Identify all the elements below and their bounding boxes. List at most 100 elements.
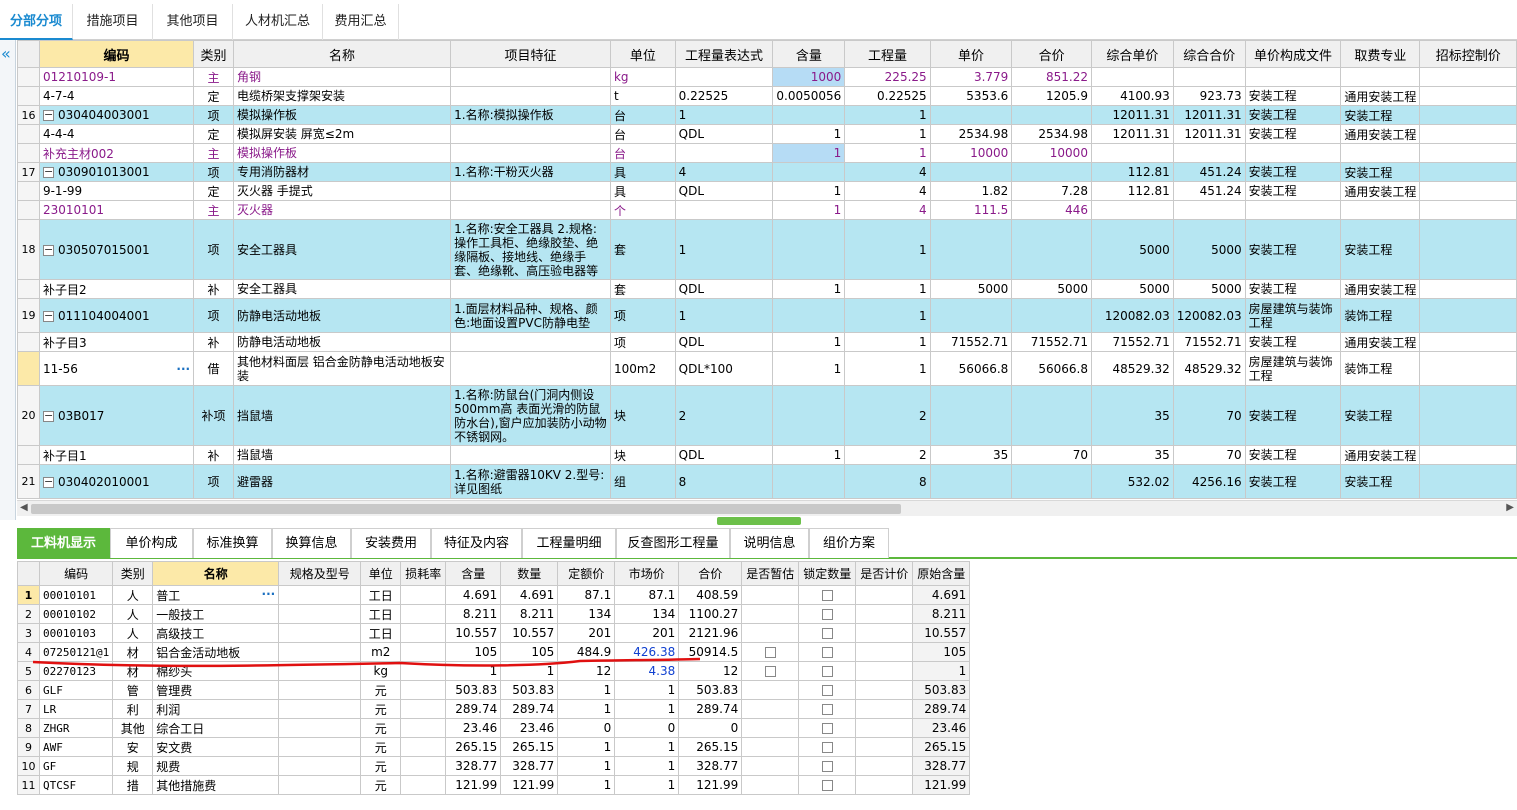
cell-total[interactable]: 446 — [1011, 200, 1092, 220]
cell-name[interactable]: 电缆桥架支撑架安装 — [232, 86, 452, 106]
cell-code[interactable]: −011104004001 — [38, 298, 195, 333]
cell-ctotal[interactable] — [1172, 67, 1246, 87]
cell-qty[interactable]: 4 — [844, 200, 931, 220]
table-row[interactable]: 2 00010102 人一般技工 工日 8.211 8.211 134 134 1100.27 8… — [17, 604, 971, 624]
cell-file[interactable]: 安装工程 — [1244, 445, 1342, 465]
cell-code[interactable]: AWF — [38, 737, 114, 757]
cell-unit[interactable]: 项 — [609, 332, 676, 352]
column-header[interactable]: 项目特征 — [450, 40, 611, 68]
cell-major[interactable] — [1340, 200, 1421, 220]
cell-qty[interactable]: 4.691 — [500, 585, 559, 605]
cell-file[interactable]: 安装工程 — [1244, 332, 1342, 352]
cell-total[interactable]: 5000 — [1011, 279, 1092, 299]
column-header[interactable]: 含量 — [445, 561, 502, 586]
cell-name[interactable]: 角钢 — [232, 67, 452, 87]
cell-file[interactable]: 房屋建筑与装饰工程 — [1244, 298, 1342, 333]
cell-dprice[interactable]: 1 — [557, 680, 616, 700]
cell-expr[interactable] — [674, 143, 774, 163]
column-header[interactable]: 是否计价 — [855, 561, 914, 586]
table-row[interactable]: 3 00010103 人高级技工 工日 10.557 10.557 201 201 2121.9… — [17, 623, 971, 643]
cell-feature[interactable] — [450, 279, 611, 299]
cell-cprice[interactable]: 532.02 — [1090, 464, 1174, 499]
detail-tab-7[interactable]: 反查图形工程量 — [616, 528, 730, 558]
cell-code[interactable]: 补子目3 — [38, 332, 195, 352]
cell-qty[interactable]: 2 — [844, 445, 931, 465]
cell-cprice[interactable]: 71552.71 — [1090, 332, 1174, 352]
cell-ctotal[interactable] — [1172, 200, 1246, 220]
cell-dprice[interactable]: 12 — [557, 661, 616, 681]
cell-expr[interactable]: QDL — [674, 181, 774, 201]
cell-type[interactable]: 补 — [193, 445, 234, 465]
cell-total[interactable]: 1205.9 — [1011, 86, 1092, 106]
cell-code[interactable]: −030402010001 — [38, 464, 195, 499]
cell-cprice[interactable]: 112.81 — [1090, 181, 1174, 201]
cell-name[interactable]: 模拟屏安装 屏宽≤2m — [232, 124, 452, 144]
cell-unit[interactable]: 个 — [609, 200, 676, 220]
cell-provisional[interactable] — [741, 642, 800, 662]
tree-minus-icon[interactable]: − — [42, 244, 54, 256]
cell-dprice[interactable]: 134 — [557, 604, 616, 624]
cell-content[interactable] — [772, 219, 846, 280]
detail-tab-1[interactable]: 单价构成 — [110, 528, 193, 558]
cell-name[interactable]: 管理费 — [152, 680, 280, 700]
detail-tab-4[interactable]: 安装费用 — [351, 528, 431, 558]
cell-type[interactable]: 项 — [193, 105, 234, 125]
cell-qty[interactable]: 1 — [844, 279, 931, 299]
scroll-right-icon[interactable]: ▶ — [1506, 502, 1514, 513]
cell-content[interactable]: 328.77 — [445, 756, 502, 776]
cell-unit[interactable]: 项 — [609, 298, 676, 333]
cell-loss[interactable] — [400, 585, 447, 605]
cell-ctotal[interactable]: 923.73 — [1172, 86, 1246, 106]
cell-content[interactable]: 1000 — [772, 67, 846, 87]
cell-unit[interactable]: 工日 — [360, 623, 402, 643]
cell-dprice[interactable]: 484.9 — [557, 642, 616, 662]
column-header[interactable]: 规格及型号 — [278, 561, 362, 586]
cell-dprice[interactable]: 1 — [557, 756, 616, 776]
cell-dprice[interactable]: 201 — [557, 623, 616, 643]
cell-code[interactable]: 4-7-4 — [38, 86, 195, 106]
cell-major[interactable]: 安装工程 — [1340, 464, 1421, 499]
cell-spec[interactable] — [278, 718, 362, 738]
cell-file[interactable]: 安装工程 — [1244, 464, 1342, 499]
column-header[interactable]: 名称 — [232, 40, 452, 68]
table-row[interactable]: 4 07250121@1 材铝合金活动地板 m2 105 105 484.9 426.38 50… — [17, 642, 971, 662]
cell-type[interactable]: 补项 — [193, 385, 234, 446]
cell-ctrl[interactable] — [1419, 162, 1517, 182]
cell-price[interactable]: 111.5 — [929, 200, 1013, 220]
detail-tab-5[interactable]: 特征及内容 — [431, 528, 522, 558]
cell-major[interactable]: 通用安装工程 — [1340, 86, 1421, 106]
table-row[interactable]: 19−011104004001 项防静电活动地板 1.面层材料品种、规格、颜色:地面… — [17, 298, 1517, 333]
table-row[interactable]: 6 GLF 管管理费元 503.83 503.83 1 1 503.83 503.83 — [17, 680, 971, 700]
cell-name[interactable]: 模拟操作板 — [232, 105, 452, 125]
cell-type[interactable]: 人 — [112, 623, 154, 643]
cell-total[interactable]: 121.99 — [678, 775, 743, 795]
cell-feature[interactable]: 1.名称:模拟操作板 — [450, 105, 611, 125]
column-header[interactable]: 单价 — [929, 40, 1013, 68]
cell-name[interactable]: 防静电活动地板 — [232, 298, 452, 333]
cell-priced[interactable] — [855, 661, 914, 681]
cell-qty[interactable]: 1 — [500, 661, 559, 681]
cell-dprice[interactable]: 87.1 — [557, 585, 616, 605]
cell-name[interactable]: 高级技工 — [152, 623, 280, 643]
cell-expr[interactable]: 2 — [674, 385, 774, 446]
cell-lock[interactable] — [798, 585, 857, 605]
chevron-left-icon[interactable]: « — [1, 44, 11, 63]
cell-dprice[interactable]: 1 — [557, 699, 616, 719]
table-row[interactable]: 10 GF 规规费元 328.77 328.77 1 1 328.77 328.77 — [17, 756, 971, 776]
cell-type[interactable]: 人 — [112, 585, 154, 605]
table-row[interactable]: 9-1-99 定灭火器 手提式 具 QDL 1 4 1.82 7.28 112.81 451.24… — [17, 181, 1517, 201]
column-header[interactable]: 单位 — [609, 40, 676, 68]
cell-provisional[interactable] — [741, 756, 800, 776]
cell-loss[interactable] — [400, 756, 447, 776]
cell-major[interactable]: 通用安装工程 — [1340, 332, 1421, 352]
cell-price[interactable] — [929, 385, 1013, 446]
cell-content[interactable]: 265.15 — [445, 737, 502, 757]
detail-tab-2[interactable]: 标准换算 — [193, 528, 272, 558]
cell-provisional[interactable] — [741, 661, 800, 681]
cell-content[interactable]: 1 — [772, 351, 846, 386]
cell-loss[interactable] — [400, 699, 447, 719]
cell-major[interactable]: 通用安装工程 — [1340, 124, 1421, 144]
cell-content[interactable]: 1 — [445, 661, 502, 681]
cell-price[interactable]: 10000 — [929, 143, 1013, 163]
cell-content[interactable] — [772, 105, 846, 125]
